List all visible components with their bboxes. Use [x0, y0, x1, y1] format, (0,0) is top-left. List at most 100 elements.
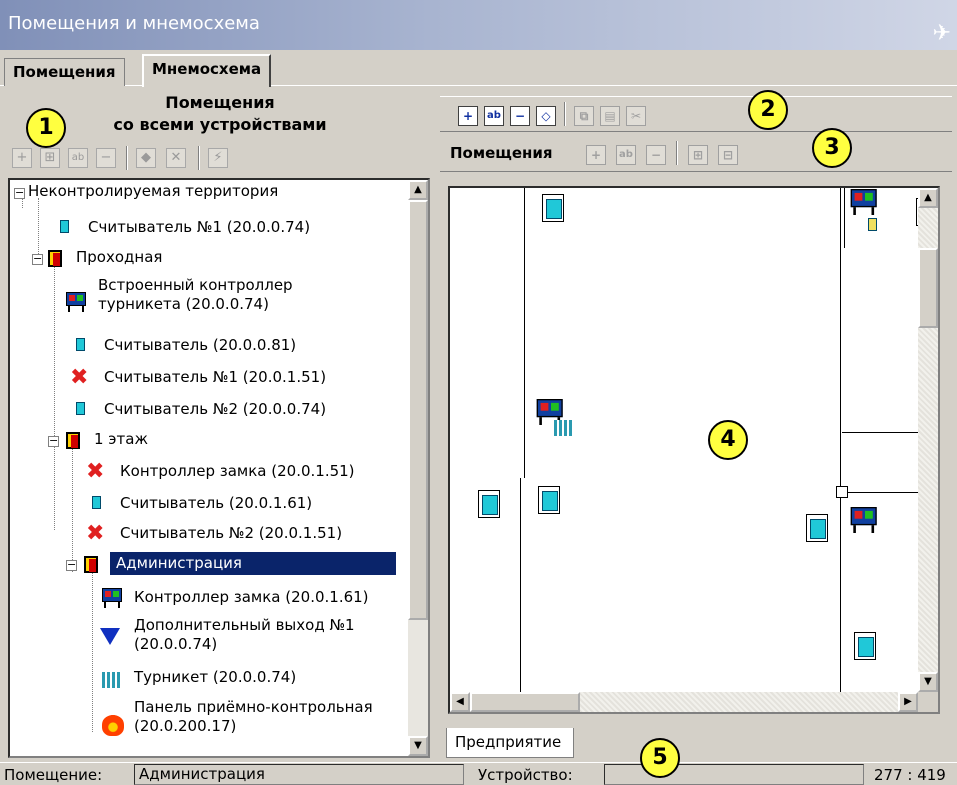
reader-icon [76, 338, 85, 351]
reader-device[interactable] [854, 632, 876, 660]
add-subroom-icon[interactable]: ⊞ [40, 148, 60, 168]
remove-object-icon[interactable]: − [510, 106, 530, 126]
expand-icon[interactable]: ⊞ [688, 145, 708, 165]
tree-node[interactable]: Проходная [76, 248, 162, 267]
tree-node-line2: (20.0.0.74) [134, 635, 218, 653]
error-icon: ✖ [70, 365, 89, 390]
rooms-toolbar: + ⊞ ab − ◆ ✕ ⚡ [8, 144, 428, 174]
collapse-icon[interactable]: − [66, 559, 77, 571]
tree-node[interactable]: Считыватель №2 (20.0.1.51) [120, 524, 342, 543]
wall-line [840, 188, 841, 692]
reader-device[interactable] [538, 486, 560, 514]
tree-node[interactable]: 1 этаж [94, 430, 148, 449]
tree-line [38, 198, 39, 258]
room-label: Помещение: [4, 766, 103, 784]
tree-node[interactable]: Неконтролируемая территория [28, 182, 278, 201]
reader-icon [60, 220, 69, 233]
tab-rooms[interactable]: Помещения [4, 58, 125, 86]
lightning-icon[interactable]: ⚡ [208, 148, 228, 168]
wall-line [844, 188, 845, 248]
tree-node-line2: турникета (20.0.0.74) [98, 295, 269, 313]
add-room-icon[interactable]: + [12, 148, 32, 168]
paste-icon[interactable]: ▤ [600, 106, 620, 126]
wall-line [842, 492, 918, 493]
reader-icon [76, 402, 85, 415]
scroll-right-icon[interactable]: ▶ [898, 692, 918, 712]
rooms-tree[interactable]: − Неконтролируемая территория Считывател… [8, 178, 430, 758]
toolbar-separator [126, 146, 128, 170]
text-icon[interactable]: ab [484, 106, 504, 126]
fire-panel-icon [102, 714, 124, 736]
add-object-icon[interactable]: + [458, 106, 478, 126]
tree-node[interactable]: Контроллер замка (20.0.1.61) [134, 588, 369, 607]
resize-handle[interactable] [836, 486, 848, 498]
canvas-hscrollbar[interactable]: ◀ ▶ [450, 692, 918, 712]
tree-scrollbar[interactable]: ▲ ▼ [408, 180, 428, 756]
door-icon [84, 556, 98, 573]
output-icon [100, 628, 120, 645]
callout-3: 3 [812, 128, 852, 168]
add-room-icon[interactable]: + [586, 145, 606, 165]
tree-node[interactable]: Панель приёмно-контрольная (20.0.200.17) [134, 698, 373, 736]
tree-node[interactable]: Встроенный контроллер турникета (20.0.0.… [98, 276, 293, 314]
pin-icon[interactable]: ✈ [933, 10, 951, 58]
tree-node-selected[interactable]: Администрация [110, 552, 396, 575]
copy-icon[interactable]: ⧉ [574, 106, 594, 126]
sheet-tab-enterprise[interactable]: Предприятие [446, 728, 574, 758]
add-device-icon[interactable]: ◆ [136, 148, 156, 168]
turnstile-icon[interactable] [554, 420, 572, 436]
tree-node[interactable]: Турникет (20.0.0.74) [134, 668, 296, 687]
scroll-up-icon[interactable]: ▲ [918, 188, 938, 208]
tab-mnemoscheme[interactable]: Мнемосхема [142, 54, 272, 87]
panel-header-line2: со всеми устройствами [113, 115, 327, 134]
callout-5: 5 [640, 738, 680, 778]
tree-node[interactable]: Считыватель (20.0.0.81) [104, 336, 296, 355]
callout-1: 1 [26, 108, 66, 148]
room-value: Администрация [134, 764, 464, 785]
collapse-icon[interactable]: ⊟ [718, 145, 738, 165]
tree-line [72, 442, 73, 572]
scroll-thumb[interactable] [918, 248, 938, 328]
collapse-icon[interactable]: − [14, 187, 25, 199]
delete-room-icon[interactable]: − [96, 148, 116, 168]
reader-icon [92, 496, 101, 509]
tree-node[interactable]: Дополнительный выход №1 (20.0.0.74) [134, 616, 355, 654]
tree-node[interactable]: Считыватель №1 (20.0.1.51) [104, 368, 326, 387]
scroll-up-icon[interactable]: ▲ [408, 180, 428, 200]
scroll-down-icon[interactable]: ▼ [408, 736, 428, 756]
tree-node[interactable]: Считыватель №1 (20.0.0.74) [88, 218, 310, 237]
toolbar-separator [676, 141, 678, 165]
scheme-toolbar: + ab − ◇ ⧉ ▤ ✂ [440, 96, 952, 132]
reader-device[interactable] [478, 490, 500, 518]
scroll-down-icon[interactable]: ▼ [918, 672, 938, 692]
delete-room-icon[interactable]: − [646, 145, 666, 165]
collapse-icon[interactable]: − [48, 435, 59, 447]
rooms-toolbar-label: Помещения [450, 144, 553, 162]
lock-icon[interactable] [868, 218, 877, 231]
tree-line [54, 260, 55, 530]
controller-icon[interactable] [850, 189, 880, 215]
scroll-corner [918, 692, 938, 712]
mnemoscheme-canvas[interactable]: 4 ▲ ▼ ◀ ▶ [448, 186, 940, 714]
rename-icon[interactable]: ab [68, 148, 88, 168]
door-icon [66, 432, 80, 449]
fit-icon[interactable]: ◇ [536, 106, 556, 126]
scroll-thumb[interactable] [408, 200, 428, 620]
window-title: Помещения и мнемосхема [8, 13, 260, 34]
cut-icon[interactable]: ✂ [626, 106, 646, 126]
scroll-left-icon[interactable]: ◀ [450, 692, 470, 712]
tree-node[interactable]: Контроллер замка (20.0.1.51) [120, 462, 355, 481]
reader-device[interactable] [542, 194, 564, 222]
remove-device-icon[interactable]: ✕ [166, 148, 186, 168]
tree-node-line1: Дополнительный выход №1 [134, 616, 355, 634]
canvas-vscrollbar[interactable]: ▲ ▼ [918, 188, 938, 692]
reader-device[interactable] [806, 514, 828, 542]
tree-node[interactable]: Считыватель №2 (20.0.0.74) [104, 400, 326, 419]
rename-icon[interactable]: ab [616, 145, 636, 165]
coords-readout: 277 : 419 [874, 766, 946, 784]
collapse-icon[interactable]: − [32, 253, 43, 265]
controller-icon[interactable] [850, 507, 880, 533]
tree-node-line1: Встроенный контроллер [98, 276, 293, 294]
scroll-thumb[interactable] [470, 692, 580, 712]
tree-node[interactable]: Считыватель (20.0.1.61) [120, 494, 312, 513]
